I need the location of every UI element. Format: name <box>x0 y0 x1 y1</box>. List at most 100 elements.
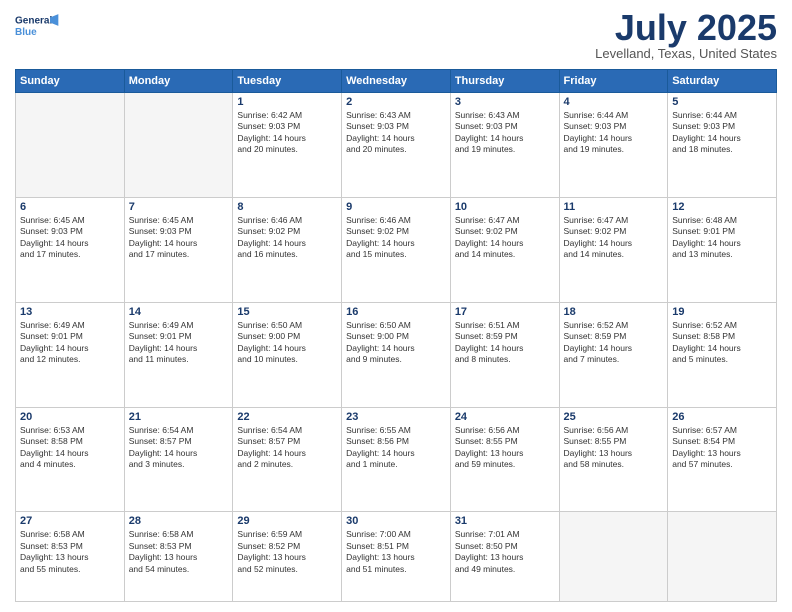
day-header-thursday: Thursday <box>450 70 559 93</box>
day-number: 14 <box>129 306 229 318</box>
calendar-week-row: 13 Sunrise: 6:49 AM Sunset: 9:01 PM Dayli… <box>16 302 777 407</box>
day-info: Sunrise: 7:00 AM Sunset: 8:51 PM Dayligh… <box>346 529 446 575</box>
day-number: 18 <box>564 306 664 318</box>
day-info: Sunrise: 6:46 AM Sunset: 9:02 PM Dayligh… <box>346 215 446 261</box>
calendar-cell: 25 Sunrise: 6:56 AM Sunset: 8:55 PM Dayli… <box>559 407 668 512</box>
day-info: Sunrise: 6:50 AM Sunset: 9:00 PM Dayligh… <box>237 320 337 366</box>
day-info: Sunrise: 6:59 AM Sunset: 8:52 PM Dayligh… <box>237 529 337 575</box>
day-info: Sunrise: 6:49 AM Sunset: 9:01 PM Dayligh… <box>20 320 120 366</box>
calendar-cell: 14 Sunrise: 6:49 AM Sunset: 9:01 PM Dayli… <box>124 302 233 407</box>
calendar-week-row: 1Sunrise: 6:42 AM Sunset: 9:03 PM Daylig… <box>16 93 777 198</box>
day-info: Sunrise: 6:56 AM Sunset: 8:55 PM Dayligh… <box>564 425 664 471</box>
calendar-cell <box>668 512 777 602</box>
day-number: 25 <box>564 411 664 423</box>
day-header-friday: Friday <box>559 70 668 93</box>
day-info: Sunrise: 6:56 AM Sunset: 8:55 PM Dayligh… <box>455 425 555 471</box>
day-number: 23 <box>346 411 446 423</box>
calendar-cell: 23 Sunrise: 6:55 AM Sunset: 8:56 PM Dayli… <box>342 407 451 512</box>
day-info: Sunrise: 6:45 AM Sunset: 9:03 PM Dayligh… <box>129 215 229 261</box>
calendar-cell: 12Sunrise: 6:48 AM Sunset: 9:01 PM Dayli… <box>668 197 777 302</box>
day-info: Sunrise: 6:44 AM Sunset: 9:03 PM Dayligh… <box>564 110 664 156</box>
day-number: 6 <box>20 201 120 213</box>
calendar-cell: 3 Sunrise: 6:43 AM Sunset: 9:03 PM Daylig… <box>450 93 559 198</box>
day-info: Sunrise: 6:53 AM Sunset: 8:58 PM Dayligh… <box>20 425 120 471</box>
calendar-cell: 6 Sunrise: 6:45 AM Sunset: 9:03 PM Daylig… <box>16 197 125 302</box>
day-info: Sunrise: 6:50 AM Sunset: 9:00 PM Dayligh… <box>346 320 446 366</box>
calendar-cell: 29Sunrise: 6:59 AM Sunset: 8:52 PM Dayli… <box>233 512 342 602</box>
day-info: Sunrise: 6:48 AM Sunset: 9:01 PM Dayligh… <box>672 215 772 261</box>
day-info: Sunrise: 6:52 AM Sunset: 8:58 PM Dayligh… <box>672 320 772 366</box>
calendar-cell: 2 Sunrise: 6:43 AM Sunset: 9:03 PM Daylig… <box>342 93 451 198</box>
title-block: July 2025 Levelland, Texas, United State… <box>595 10 777 61</box>
day-info: Sunrise: 6:47 AM Sunset: 9:02 PM Dayligh… <box>455 215 555 261</box>
day-info: Sunrise: 6:44 AM Sunset: 9:03 PM Dayligh… <box>672 110 772 156</box>
day-info: Sunrise: 6:45 AM Sunset: 9:03 PM Dayligh… <box>20 215 120 261</box>
calendar-cell: 21Sunrise: 6:54 AM Sunset: 8:57 PM Dayli… <box>124 407 233 512</box>
day-number: 3 <box>455 96 555 108</box>
calendar-cell: 10 Sunrise: 6:47 AM Sunset: 9:02 PM Dayli… <box>450 197 559 302</box>
day-number: 17 <box>455 306 555 318</box>
day-number: 13 <box>20 306 120 318</box>
day-number: 11 <box>564 201 664 213</box>
day-number: 15 <box>237 306 337 318</box>
calendar-cell: 15 Sunrise: 6:50 AM Sunset: 9:00 PM Dayli… <box>233 302 342 407</box>
day-info: Sunrise: 6:57 AM Sunset: 8:54 PM Dayligh… <box>672 425 772 471</box>
day-info: Sunrise: 6:43 AM Sunset: 9:03 PM Dayligh… <box>346 110 446 156</box>
logo: GeneralBlue <box>15 10 65 40</box>
day-info: Sunrise: 6:55 AM Sunset: 8:56 PM Dayligh… <box>346 425 446 471</box>
page: GeneralBlue July 2025 Levelland, Texas, … <box>0 0 792 612</box>
svg-text:Blue: Blue <box>15 27 37 38</box>
calendar-cell: 9 Sunrise: 6:46 AM Sunset: 9:02 PM Daylig… <box>342 197 451 302</box>
day-number: 19 <box>672 306 772 318</box>
day-number: 2 <box>346 96 446 108</box>
calendar-cell: 11 Sunrise: 6:47 AM Sunset: 9:02 PM Dayli… <box>559 197 668 302</box>
day-header-sunday: Sunday <box>16 70 125 93</box>
day-header-saturday: Saturday <box>668 70 777 93</box>
day-info: Sunrise: 6:47 AM Sunset: 9:02 PM Dayligh… <box>564 215 664 261</box>
day-header-tuesday: Tuesday <box>233 70 342 93</box>
day-number: 22 <box>237 411 337 423</box>
header: GeneralBlue July 2025 Levelland, Texas, … <box>15 10 777 61</box>
day-info: Sunrise: 6:46 AM Sunset: 9:02 PM Dayligh… <box>237 215 337 261</box>
day-info: Sunrise: 6:58 AM Sunset: 8:53 PM Dayligh… <box>20 529 120 575</box>
calendar-cell: 17 Sunrise: 6:51 AM Sunset: 8:59 PM Dayli… <box>450 302 559 407</box>
calendar-cell: 4 Sunrise: 6:44 AM Sunset: 9:03 PM Daylig… <box>559 93 668 198</box>
calendar-header-row: SundayMondayTuesdayWednesdayThursdayFrid… <box>16 70 777 93</box>
day-header-monday: Monday <box>124 70 233 93</box>
location: Levelland, Texas, United States <box>595 46 777 61</box>
day-info: Sunrise: 6:54 AM Sunset: 8:57 PM Dayligh… <box>129 425 229 471</box>
calendar-cell: 1Sunrise: 6:42 AM Sunset: 9:03 PM Daylig… <box>233 93 342 198</box>
calendar-cell: 22 Sunrise: 6:54 AM Sunset: 8:57 PM Dayli… <box>233 407 342 512</box>
calendar-cell: 16 Sunrise: 6:50 AM Sunset: 9:00 PM Dayli… <box>342 302 451 407</box>
day-number: 7 <box>129 201 229 213</box>
day-number: 16 <box>346 306 446 318</box>
calendar-cell <box>124 93 233 198</box>
logo-icon: GeneralBlue <box>15 10 65 40</box>
day-info: Sunrise: 6:51 AM Sunset: 8:59 PM Dayligh… <box>455 320 555 366</box>
calendar-cell: 31Sunrise: 7:01 AM Sunset: 8:50 PM Dayli… <box>450 512 559 602</box>
calendar-cell: 18 Sunrise: 6:52 AM Sunset: 8:59 PM Dayli… <box>559 302 668 407</box>
day-info: Sunrise: 6:43 AM Sunset: 9:03 PM Dayligh… <box>455 110 555 156</box>
calendar-cell: 13 Sunrise: 6:49 AM Sunset: 9:01 PM Dayli… <box>16 302 125 407</box>
calendar-cell: 20Sunrise: 6:53 AM Sunset: 8:58 PM Dayli… <box>16 407 125 512</box>
calendar-cell: 19 Sunrise: 6:52 AM Sunset: 8:58 PM Dayli… <box>668 302 777 407</box>
day-number: 1 <box>237 96 337 108</box>
day-info: Sunrise: 6:52 AM Sunset: 8:59 PM Dayligh… <box>564 320 664 366</box>
day-info: Sunrise: 6:49 AM Sunset: 9:01 PM Dayligh… <box>129 320 229 366</box>
day-number: 10 <box>455 201 555 213</box>
day-number: 4 <box>564 96 664 108</box>
calendar-cell: 30 Sunrise: 7:00 AM Sunset: 8:51 PM Dayli… <box>342 512 451 602</box>
day-info: Sunrise: 7:01 AM Sunset: 8:50 PM Dayligh… <box>455 529 555 575</box>
day-info: Sunrise: 6:54 AM Sunset: 8:57 PM Dayligh… <box>237 425 337 471</box>
day-header-wednesday: Wednesday <box>342 70 451 93</box>
month-title: July 2025 <box>595 10 777 46</box>
calendar-cell: 26 Sunrise: 6:57 AM Sunset: 8:54 PM Dayli… <box>668 407 777 512</box>
svg-text:General: General <box>15 15 52 26</box>
calendar-cell: 7 Sunrise: 6:45 AM Sunset: 9:03 PM Daylig… <box>124 197 233 302</box>
day-number: 30 <box>346 515 446 527</box>
day-number: 26 <box>672 411 772 423</box>
calendar-cell <box>16 93 125 198</box>
calendar-cell: 8Sunrise: 6:46 AM Sunset: 9:02 PM Daylig… <box>233 197 342 302</box>
calendar-week-row: 20Sunrise: 6:53 AM Sunset: 8:58 PM Dayli… <box>16 407 777 512</box>
day-number: 9 <box>346 201 446 213</box>
